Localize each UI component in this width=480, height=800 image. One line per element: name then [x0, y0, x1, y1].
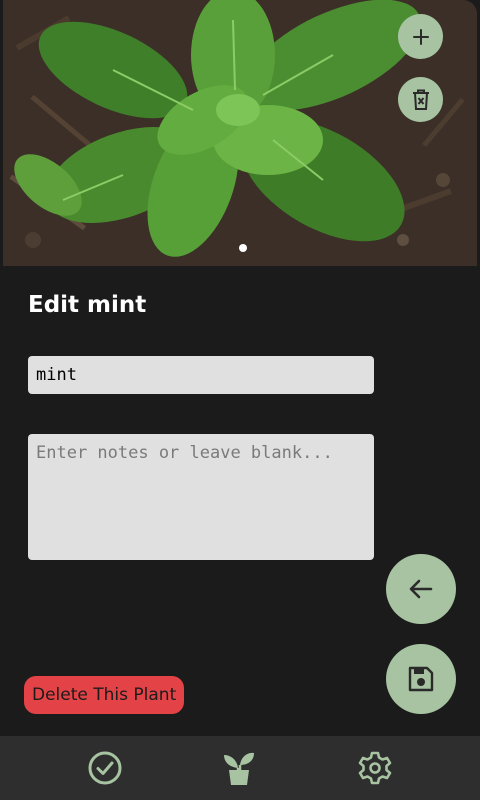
notes-input[interactable]: [28, 434, 374, 560]
gear-icon: [358, 751, 392, 785]
floppy-disk-icon: [408, 666, 434, 692]
nav-plants[interactable]: [219, 748, 259, 788]
save-button[interactable]: [386, 644, 456, 714]
trash-x-icon: [412, 89, 429, 110]
plus-icon: [412, 28, 429, 45]
add-photo-button[interactable]: [398, 14, 443, 59]
delete-photo-button[interactable]: [398, 77, 443, 122]
edit-plant-screen: Edit mint Delete This Plant: [0, 0, 480, 800]
plant-name-input[interactable]: [28, 356, 374, 394]
nav-tasks[interactable]: [85, 748, 125, 788]
check-circle-icon: [88, 751, 122, 785]
carousel-page-indicator: [239, 244, 247, 252]
potted-plant-icon: [224, 752, 254, 785]
delete-plant-button[interactable]: Delete This Plant: [24, 676, 185, 714]
nav-settings[interactable]: [355, 748, 395, 788]
page-title: Edit mint: [28, 292, 147, 318]
arrow-left-icon: [409, 579, 433, 599]
bottom-navigation: [0, 736, 480, 800]
back-button[interactable]: [386, 554, 456, 624]
